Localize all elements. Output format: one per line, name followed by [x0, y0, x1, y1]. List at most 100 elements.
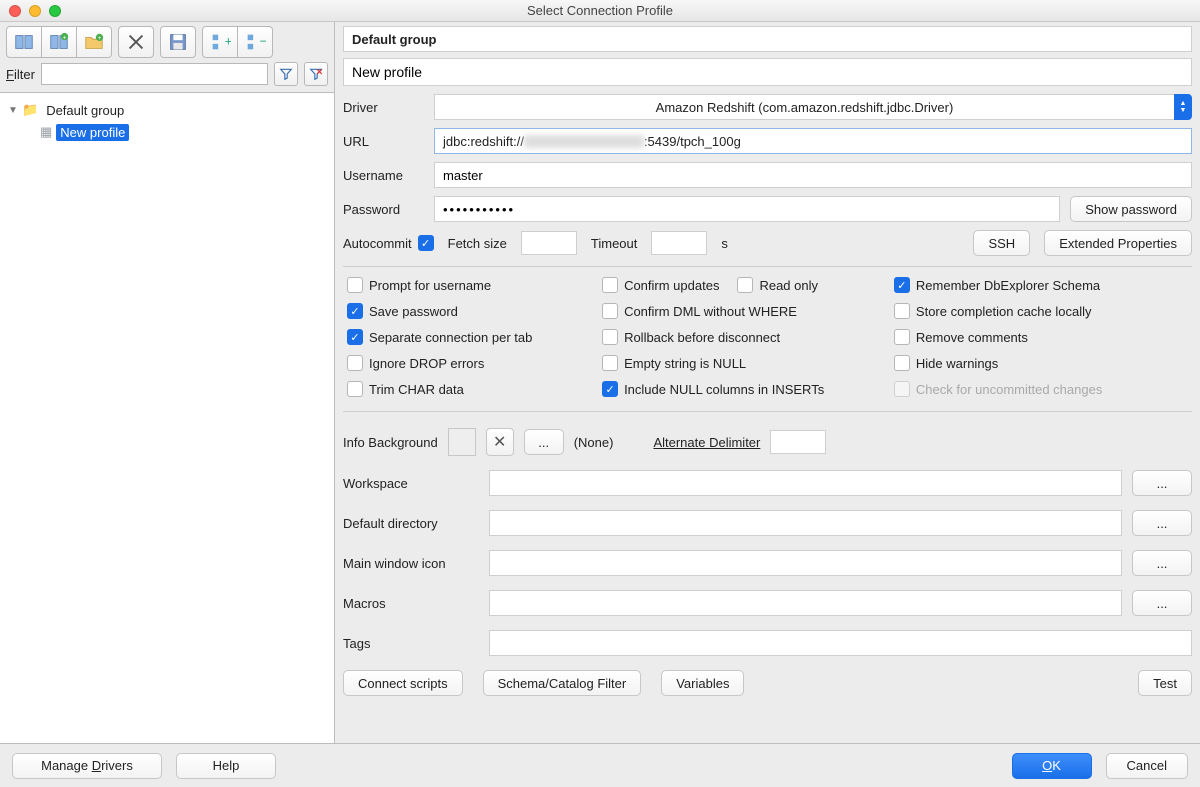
tree-profile-row[interactable]: ▦ New profile	[4, 121, 330, 143]
icon-browse-button[interactable]: ...	[1132, 550, 1192, 576]
info-bg-choose-button[interactable]: ...	[524, 429, 564, 455]
expand-button[interactable]: +	[202, 26, 238, 58]
filter-row: Filter	[0, 60, 334, 93]
connect-scripts-button[interactable]: Connect scripts	[343, 670, 463, 696]
collapse-button[interactable]: −	[237, 26, 273, 58]
alt-delimiter-label: Alternate Delimiter	[653, 435, 760, 450]
rollback-checkbox[interactable]	[602, 329, 618, 345]
username-input[interactable]	[434, 162, 1192, 188]
filter-apply-button[interactable]	[274, 62, 298, 86]
url-input[interactable]: jdbc:redshift:// :5439/tpch_100g	[434, 128, 1192, 154]
ok-button[interactable]: OK	[1012, 753, 1092, 779]
show-password-button[interactable]: Show password	[1070, 196, 1192, 222]
bottom-bar: Manage Drivers Help OK Cancel	[0, 743, 1200, 787]
defdir-label: Default directory	[343, 516, 479, 531]
separate-conn-checkbox[interactable]	[347, 329, 363, 345]
password-label: Password	[343, 202, 428, 217]
defdir-browse-button[interactable]: ...	[1132, 510, 1192, 536]
new-folder-button[interactable]: +	[76, 26, 112, 58]
database-icon: ▦	[40, 124, 52, 140]
timeout-input[interactable]	[651, 231, 707, 255]
info-bg-clear-button[interactable]: ✕	[486, 428, 514, 456]
delete-button[interactable]	[118, 26, 154, 58]
store-cache-checkbox[interactable]	[894, 303, 910, 319]
driver-select[interactable]: Amazon Redshift (com.amazon.redshift.jdb…	[434, 94, 1192, 120]
right-pane: Default group Driver Amazon Redshift (co…	[335, 22, 1200, 743]
variables-button[interactable]: Variables	[661, 670, 744, 696]
profile-name-input[interactable]	[343, 58, 1192, 86]
alt-delimiter-input[interactable]	[770, 430, 826, 454]
read-only-checkbox[interactable]	[737, 277, 753, 293]
titlebar: Select Connection Profile	[0, 0, 1200, 22]
macros-label: Macros	[343, 596, 479, 611]
confirm-dml-checkbox[interactable]	[602, 303, 618, 319]
copy-profile-button[interactable]: +	[41, 26, 77, 58]
icon-input[interactable]	[489, 550, 1122, 576]
check-uncommitted-checkbox	[894, 381, 910, 397]
window-title: Select Connection Profile	[0, 3, 1200, 18]
info-bg-label: Info Background	[343, 435, 438, 450]
workspace-browse-button[interactable]: ...	[1132, 470, 1192, 496]
url-suffix: :5439/tpch_100g	[644, 134, 741, 149]
hide-warnings-checkbox[interactable]	[894, 355, 910, 371]
macros-browse-button[interactable]: ...	[1132, 590, 1192, 616]
trim-char-checkbox[interactable]	[347, 381, 363, 397]
workspace-label: Workspace	[343, 476, 479, 491]
tree-group-row[interactable]: ▼ 📁 Default group	[4, 99, 330, 121]
save-password-checkbox[interactable]	[347, 303, 363, 319]
url-label: URL	[343, 134, 428, 149]
help-button[interactable]: Help	[176, 753, 276, 779]
manage-drivers-button[interactable]: Manage Drivers	[12, 753, 162, 779]
filter-label: Filter	[6, 67, 35, 82]
save-button[interactable]	[160, 26, 196, 58]
svg-text:+: +	[98, 35, 102, 42]
url-prefix: jdbc:redshift://	[443, 134, 524, 149]
icon-label: Main window icon	[343, 556, 479, 571]
macros-input[interactable]	[489, 590, 1122, 616]
defdir-input[interactable]	[489, 510, 1122, 536]
schema-filter-button[interactable]: Schema/Catalog Filter	[483, 670, 642, 696]
info-bg-value: (None)	[574, 435, 614, 450]
ignore-drop-checkbox[interactable]	[347, 355, 363, 371]
prompt-username-checkbox[interactable]	[347, 277, 363, 293]
empty-null-checkbox[interactable]	[602, 355, 618, 371]
filter-input[interactable]	[41, 63, 268, 85]
password-input[interactable]	[434, 196, 1060, 222]
tree-group-label: Default group	[42, 102, 128, 119]
autocommit-checkbox[interactable]	[418, 235, 434, 251]
svg-text:+: +	[63, 34, 67, 41]
group-header: Default group	[343, 26, 1192, 52]
tree-profile-label: New profile	[56, 124, 129, 141]
new-profile-button[interactable]	[6, 26, 42, 58]
driver-label: Driver	[343, 100, 428, 115]
remember-schema-checkbox[interactable]	[894, 277, 910, 293]
test-button[interactable]: Test	[1138, 670, 1192, 696]
select-arrows-icon: ▲▼	[1174, 94, 1192, 120]
info-bg-swatch[interactable]	[448, 428, 476, 456]
url-host-redacted	[524, 135, 644, 148]
profile-tree[interactable]: ▼ 📁 Default group ▦ New profile	[0, 93, 334, 743]
driver-value: Amazon Redshift (com.amazon.redshift.jdb…	[434, 94, 1174, 120]
folder-icon: 📁	[22, 102, 38, 118]
left-toolbar: + + + −	[0, 22, 334, 60]
username-label: Username	[343, 168, 428, 183]
confirm-updates-checkbox[interactable]	[602, 277, 618, 293]
extended-properties-button[interactable]: Extended Properties	[1044, 230, 1192, 256]
tags-input[interactable]	[489, 630, 1192, 656]
chevron-down-icon[interactable]: ▼	[8, 105, 18, 116]
timeout-label: Timeout	[591, 236, 637, 251]
timeout-unit: s	[721, 236, 728, 251]
workspace-input[interactable]	[489, 470, 1122, 496]
cancel-button[interactable]: Cancel	[1106, 753, 1188, 779]
ssh-button[interactable]: SSH	[973, 230, 1030, 256]
fetch-size-label: Fetch size	[448, 236, 507, 251]
tags-label: Tags	[343, 636, 479, 651]
options-grid: Prompt for username Confirm updates Read…	[343, 266, 1192, 412]
left-pane: + + + − Filter ▼ 📁 Default group ▦	[0, 22, 335, 743]
remove-comments-checkbox[interactable]	[894, 329, 910, 345]
filter-clear-button[interactable]	[304, 62, 328, 86]
include-null-checkbox[interactable]	[602, 381, 618, 397]
svg-text:−: −	[260, 34, 266, 49]
svg-text:+: +	[225, 34, 231, 49]
fetch-size-input[interactable]	[521, 231, 577, 255]
